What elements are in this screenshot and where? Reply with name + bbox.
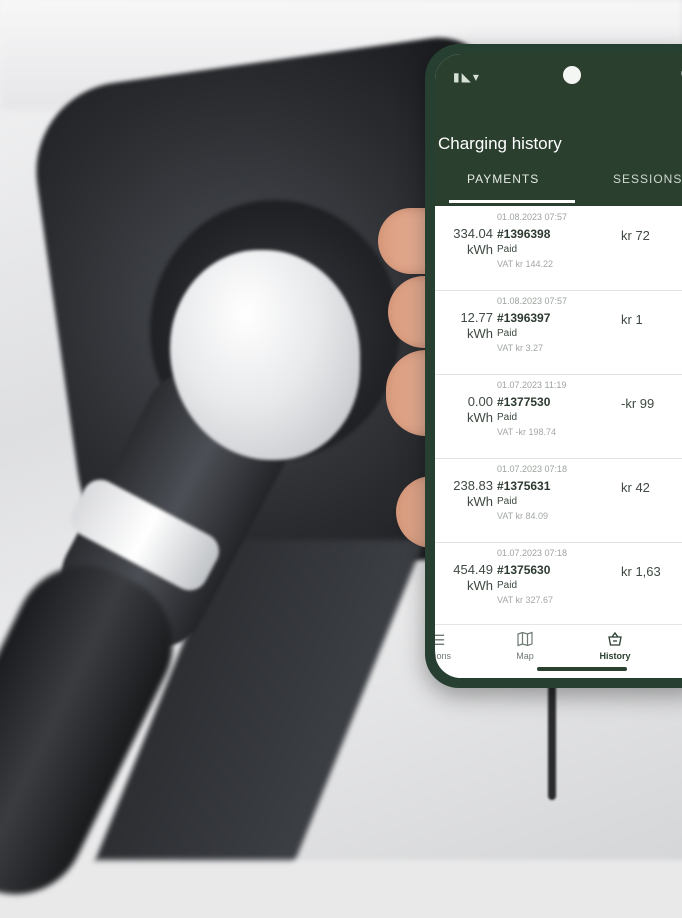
front-camera [563, 66, 581, 84]
payment-status: Paid [497, 244, 518, 255]
payment-amount: kr 42 [621, 480, 650, 495]
payment-vat: VAT kr 327.67 [497, 595, 554, 605]
energy-value: 12.77 kWh [460, 310, 493, 341]
payment-vat: VAT kr 84.09 [497, 511, 549, 521]
payment-status: Paid [497, 328, 518, 339]
energy-value: 454.49 kWh [453, 562, 493, 593]
payment-date: 01.08.2023 07:57 [497, 296, 568, 306]
payment-amount: kr 1 [621, 312, 643, 327]
basket-icon [585, 631, 645, 649]
app-screen: ▮◣▾ 0 Charging history PAYMENTS SESSIONS… [435, 54, 682, 678]
nav-label: ations [435, 651, 452, 661]
payment-id: #1375630 [497, 563, 551, 577]
list-item[interactable]: 238.83 kWh 01.07.2023 07:18 #1375631 Paid… [435, 458, 682, 543]
phone-cable [548, 680, 556, 800]
payments-list: 334.04 kWh 01.08.2023 07:57 #1396398 Paid… [435, 206, 682, 627]
active-tab-indicator [449, 200, 575, 203]
nav-label: Map [516, 651, 534, 661]
home-indicator [537, 667, 627, 671]
bottom-navigation: ☰ ations Map History Se [435, 624, 682, 678]
payment-amount: -kr 99 [621, 396, 655, 411]
list-item[interactable]: 12.77 kWh 01.08.2023 07:57 #1396397 Paid … [435, 290, 682, 375]
payment-date: 01.08.2023 07:57 [497, 212, 568, 222]
smartphone: ▮◣▾ 0 Charging history PAYMENTS SESSIONS… [425, 44, 682, 688]
nav-history[interactable]: History [585, 631, 645, 661]
app-header: ▮◣▾ 0 Charging history PAYMENTS SESSIONS [435, 54, 682, 206]
payment-vat: VAT -kr 198.74 [497, 427, 557, 437]
payment-status: Paid [497, 496, 518, 507]
energy-value: 334.04 kWh [453, 226, 493, 257]
payment-vat: VAT kr 144.22 [497, 259, 554, 269]
list-item[interactable]: 454.49 kWh 01.07.2023 07:18 #1375630 Paid… [435, 542, 682, 627]
nav-stations[interactable]: ☰ ations [435, 631, 469, 661]
map-icon [495, 631, 555, 649]
list-item[interactable]: 334.04 kWh 01.08.2023 07:57 #1396398 Paid… [435, 206, 682, 291]
tab-payments[interactable]: PAYMENTS [467, 172, 539, 186]
payment-status: Paid [497, 412, 518, 423]
payment-id: #1375631 [497, 479, 551, 493]
payment-amount: kr 72 [621, 228, 650, 243]
payment-date: 01.07.2023 07:18 [497, 464, 568, 474]
status-bar-icons: ▮◣▾ [453, 70, 481, 84]
payment-date: 01.07.2023 11:19 [497, 380, 567, 390]
payment-vat: VAT kr 3.27 [497, 343, 544, 353]
tab-sessions[interactable]: SESSIONS [613, 172, 682, 186]
payment-id: #1396397 [497, 311, 551, 325]
payment-status: Paid [497, 580, 518, 591]
energy-value: 238.83 kWh [453, 478, 493, 509]
nav-map[interactable]: Map [495, 631, 555, 661]
settings-icon [661, 631, 682, 649]
nav-settings[interactable]: Se [661, 631, 682, 661]
list-item[interactable]: 0.00 kWh 01.07.2023 11:19 #1377530 Paid V… [435, 374, 682, 459]
nav-label: History [599, 651, 631, 661]
nav-label: Se [661, 651, 682, 661]
payment-date: 01.07.2023 07:18 [497, 548, 568, 558]
payment-amount: kr 1,63 [621, 564, 661, 579]
payment-id: #1396398 [497, 227, 551, 241]
page-title: Charging history [438, 134, 562, 153]
payment-id: #1377530 [497, 395, 551, 409]
energy-value: 0.00 kWh [467, 394, 493, 425]
list-icon: ☰ [435, 632, 446, 648]
